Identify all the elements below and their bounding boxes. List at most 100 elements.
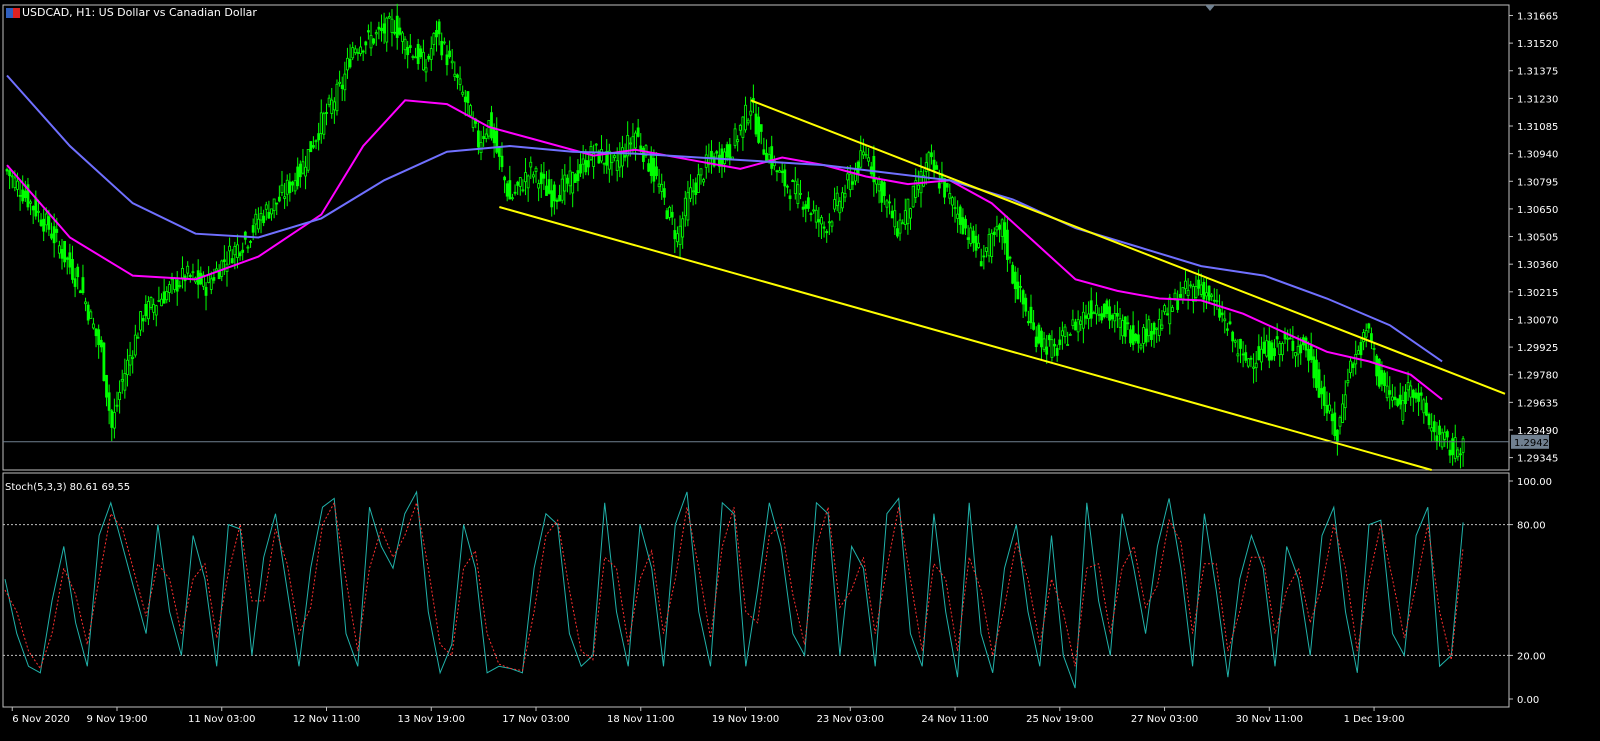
candle-body: [1202, 281, 1206, 300]
candle-body: [1370, 333, 1373, 343]
candle-body: [985, 247, 988, 252]
candle-body: [97, 329, 101, 346]
candle-body: [1267, 340, 1271, 361]
candle-body: [476, 130, 480, 148]
candle-body: [979, 261, 983, 267]
candle-body: [259, 213, 263, 221]
candle-body: [401, 32, 404, 42]
candle-body: [856, 161, 860, 175]
candle-body: [1317, 369, 1321, 398]
price-tick-label: 1.31085: [1517, 122, 1558, 133]
candle-body: [416, 43, 420, 65]
price-tick-label: 1.31665: [1517, 11, 1558, 22]
candle-body: [733, 128, 737, 146]
candle-body: [1160, 324, 1164, 329]
candle-body: [524, 172, 527, 183]
candle-body: [118, 391, 122, 401]
candle-body: [521, 189, 525, 192]
candle-body: [377, 26, 381, 30]
candle-body: [173, 277, 177, 290]
candle-body: [526, 175, 530, 189]
candle-body: [73, 278, 77, 287]
candle-body: [1079, 320, 1083, 325]
candle-body: [351, 47, 355, 59]
candle-body: [1309, 344, 1313, 360]
candle-body: [896, 228, 899, 237]
candle-body: [285, 179, 289, 195]
candle-body: [1047, 335, 1051, 341]
candle-body: [262, 215, 266, 224]
price-tick-label: 1.31375: [1517, 67, 1558, 78]
candle-body: [1372, 348, 1376, 350]
candle-body: [634, 132, 637, 149]
candle-body: [107, 392, 111, 411]
candle-body: [1218, 308, 1221, 318]
candle-body: [927, 152, 931, 170]
candle-body: [319, 112, 323, 135]
candle-body: [1236, 353, 1240, 357]
candle-body: [291, 181, 294, 186]
candle-body: [1299, 344, 1303, 354]
candle-body: [144, 304, 148, 317]
candle-body: [367, 30, 370, 33]
candle-body: [1223, 318, 1227, 322]
candle-body: [1432, 421, 1436, 433]
candle-body: [364, 41, 368, 46]
candle-body: [909, 208, 912, 219]
instrument-flag-icon: [6, 8, 20, 18]
time-tick-label: 19 Nov 19:00: [712, 714, 779, 725]
candle-body: [1197, 279, 1200, 289]
candle-body: [594, 143, 598, 146]
candle-body: [463, 96, 467, 103]
candle-body: [160, 298, 163, 307]
candle-body: [560, 178, 564, 201]
time-tick-label: 6 Nov 2020: [12, 714, 70, 725]
candle-body: [277, 196, 281, 202]
candle-body: [469, 105, 472, 116]
candle-body: [241, 249, 245, 253]
candle-body: [649, 153, 653, 176]
candle-body: [1042, 338, 1046, 350]
candle-body: [1152, 322, 1156, 335]
candle-body: [558, 195, 561, 202]
candle-body: [338, 81, 341, 84]
candle-body: [1364, 330, 1368, 338]
candle-body: [126, 359, 129, 375]
candle-body: [387, 16, 391, 19]
candle-body: [982, 255, 986, 258]
candle-body: [937, 182, 941, 189]
candle-body: [1356, 350, 1360, 355]
candle-body: [1129, 329, 1132, 344]
candle-body: [408, 45, 412, 48]
candle-body: [94, 328, 98, 337]
candle-body: [1351, 363, 1355, 369]
candle-body: [1422, 399, 1426, 414]
candle-body: [440, 41, 444, 56]
candle-body: [1280, 343, 1284, 356]
candle-body: [932, 159, 936, 171]
candle-body: [246, 246, 250, 249]
candle-body: [68, 252, 72, 268]
candle-body: [120, 378, 124, 382]
candle-body: [257, 218, 260, 230]
candle-body: [728, 144, 732, 161]
candle-body: [372, 38, 376, 44]
candle-body: [681, 218, 685, 238]
candle-body: [817, 219, 821, 223]
candle-body: [890, 210, 894, 219]
stoch-main-line: [4, 490, 1464, 689]
candle-body: [479, 142, 483, 153]
chart-canvas[interactable]: 1.31665 1.31520 1.31375 1.31230 1.31085 1.309…: [0, 0, 1600, 741]
candle-body: [1092, 312, 1096, 315]
candle-body: [71, 258, 74, 280]
candle-body: [450, 60, 454, 64]
candle-body: [332, 101, 336, 111]
candle-body: [581, 158, 585, 165]
candle-body: [442, 41, 446, 44]
price-tick-label: 1.30070: [1517, 315, 1558, 326]
candle-body: [1233, 340, 1237, 343]
candle-body: [1095, 304, 1098, 315]
candle-body: [353, 48, 357, 54]
candle-body: [165, 291, 169, 301]
candle-body: [343, 73, 347, 91]
